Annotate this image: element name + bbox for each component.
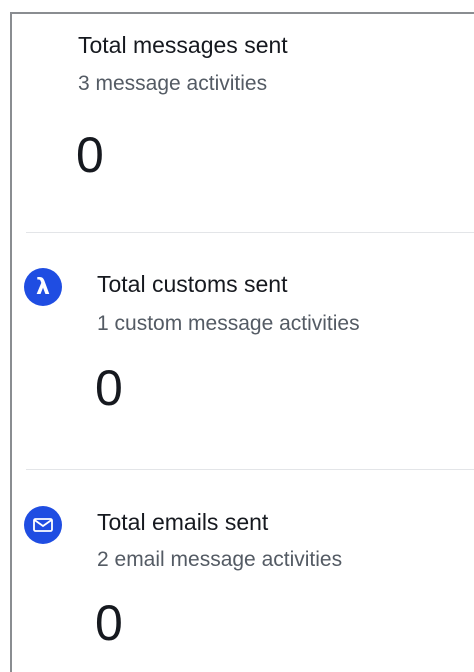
metrics-panel: Total messages sent 3 message activities…: [10, 12, 474, 672]
metric-messages-sent: Total messages sent 3 message activities…: [24, 14, 474, 232]
metric-subtitle: 3 message activities: [78, 72, 268, 95]
metric-value: 0: [95, 360, 123, 416]
metric-value: 0: [95, 595, 123, 651]
lambda-glyph: λ: [36, 274, 50, 300]
metric-title: Total customs sent: [97, 271, 288, 297]
metric-value: 0: [76, 127, 104, 183]
metric-subtitle: 2 email message activities: [97, 548, 343, 571]
metric-emails-sent: Total emails sent 2 email message activi…: [24, 472, 474, 672]
envelope-icon: [24, 506, 62, 544]
section-divider: [26, 232, 474, 233]
envelope-shape: [33, 518, 53, 532]
section-divider: [26, 469, 474, 470]
metric-customs-sent: λ Total customs sent 1 custom message ac…: [24, 234, 474, 470]
metric-title: Total messages sent: [78, 32, 288, 58]
metric-subtitle: 1 custom message activities: [97, 312, 360, 335]
lambda-icon: λ: [24, 268, 62, 306]
metric-title: Total emails sent: [97, 509, 269, 535]
